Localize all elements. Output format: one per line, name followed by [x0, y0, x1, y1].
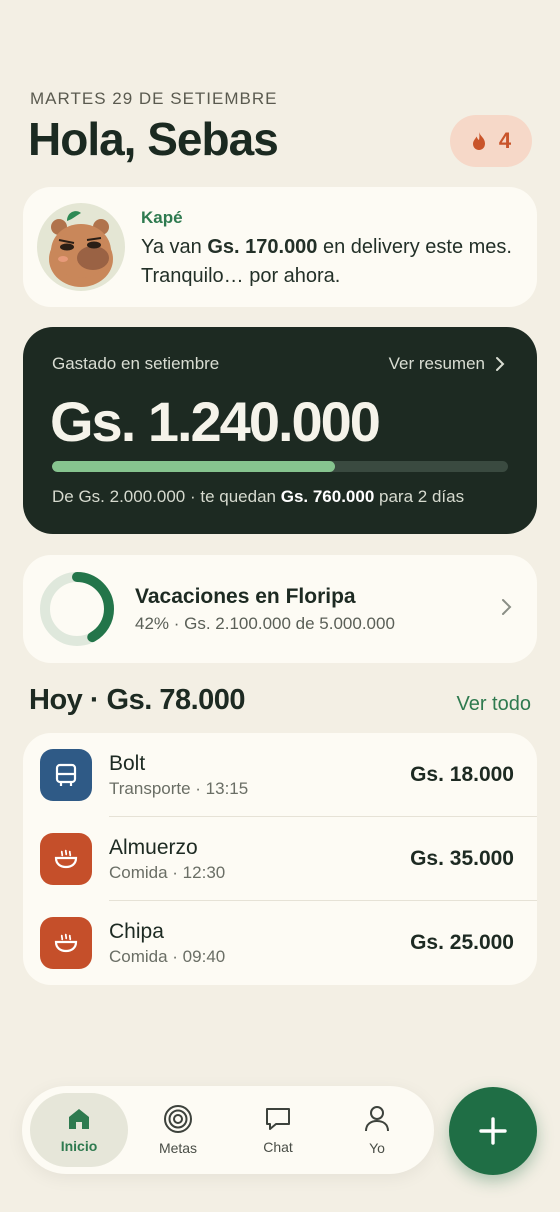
nav-item-metas[interactable]: Metas: [129, 1093, 227, 1167]
list-item[interactable]: Chipa Comida · 09:40 Gs. 25.000: [23, 901, 537, 985]
goal-title: Vacaciones en Floripa: [135, 585, 356, 608]
flame-icon: [472, 132, 485, 150]
page-title: Hola, Sebas: [28, 113, 279, 165]
item-amount: Gs. 25.000: [410, 931, 514, 954]
list-item[interactable]: Bolt Transporte · 13:15 Gs. 18.000: [23, 733, 537, 817]
nav-item-inicio[interactable]: Inicio: [30, 1093, 128, 1167]
budget-remaining-text: De Gs. 2.000.000 · te quedan Gs. 760.000…: [52, 487, 465, 506]
chevron-right-icon: [496, 357, 505, 371]
bowl-icon: [40, 833, 92, 885]
list-item[interactable]: Almuerzo Comida · 12:30 Gs. 35.000: [23, 817, 537, 901]
item-name: Bolt: [109, 752, 146, 775]
today-heading: Hoy · Gs. 78.000: [29, 684, 246, 716]
date-label: MARTES 29 DE SETIEMBRE: [30, 89, 278, 108]
nav-item-chat[interactable]: Chat: [229, 1093, 327, 1167]
bowl-icon: [40, 917, 92, 969]
item-amount: Gs. 18.000: [410, 763, 514, 786]
item-meta: Comida · 09:40: [109, 947, 226, 966]
kape-message: Ya van Gs. 170.000 en delivery este mes.…: [141, 236, 512, 287]
item-amount: Gs. 35.000: [410, 847, 514, 870]
item-meta: Transporte · 13:15: [109, 779, 249, 798]
streak-badge[interactable]: 4: [450, 115, 532, 167]
kape-name: Kapé: [141, 208, 183, 227]
monthly-spend-card: Gastado en setiembre Ver resumen Gs. 1.2…: [23, 327, 537, 534]
nav-label: Metas: [158, 1140, 198, 1156]
capybara-avatar: [37, 203, 125, 291]
user-icon: [365, 1106, 389, 1132]
spend-amount: Gs. 1.240.000: [50, 390, 381, 453]
budget-progress-bar: [52, 461, 508, 472]
goal-subtitle: 42% · Gs. 2.100.000 de 5.000.000: [135, 614, 395, 633]
chevron-right-icon: [502, 599, 512, 615]
spend-label: Gastado en setiembre: [52, 354, 220, 373]
kape-card: Kapé Ya van Gs. 170.000 en delivery este…: [23, 187, 537, 307]
goal-card[interactable]: Vacaciones en Floripa 42% · Gs. 2.100.00…: [23, 555, 537, 663]
see-all-link[interactable]: Ver todo: [456, 693, 531, 716]
see-summary-link[interactable]: Ver resumen: [389, 354, 505, 374]
item-name: Almuerzo: [109, 836, 198, 859]
target-icon: [164, 1105, 192, 1133]
nav-item-yo[interactable]: Yo: [328, 1093, 426, 1167]
item-meta: Comida · 12:30: [109, 863, 226, 882]
bus-icon: [40, 749, 92, 801]
plus-icon: [479, 1117, 507, 1145]
streak-count: 4: [498, 128, 512, 153]
budget-progress-fill: [52, 461, 335, 472]
bottom-nav: Inicio Metas Chat Yo: [22, 1086, 434, 1174]
transactions-list: Bolt Transporte · 13:15 Gs. 18.000 Almue…: [23, 733, 537, 985]
add-expense-button[interactable]: [449, 1087, 537, 1175]
nav-label: Yo: [369, 1140, 385, 1156]
item-name: Chipa: [109, 920, 164, 943]
home-icon: [69, 1109, 89, 1129]
nav-label: Chat: [263, 1139, 293, 1155]
chat-icon: [266, 1108, 290, 1130]
goal-progress-ring: [40, 572, 114, 646]
nav-label: Inicio: [60, 1138, 98, 1154]
